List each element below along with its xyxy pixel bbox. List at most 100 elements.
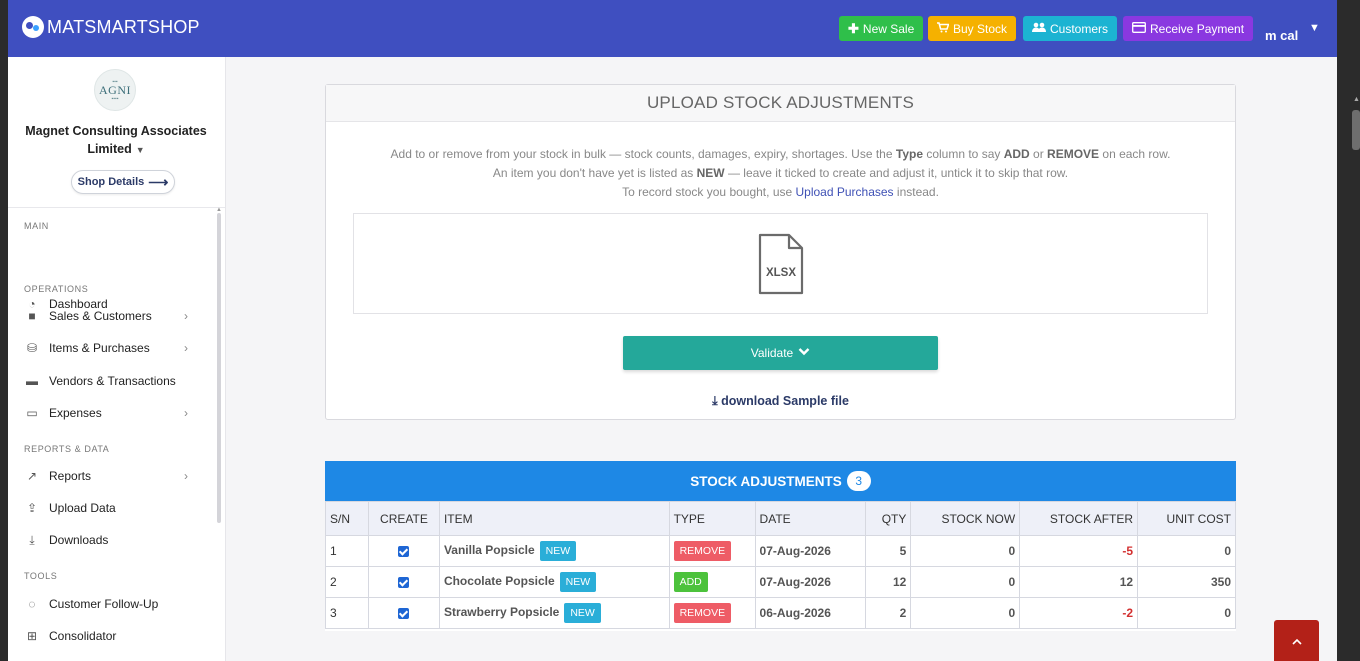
top-bar: MATSMARTSHOP ✚ New Sale Buy Stock Custom… [8, 0, 1337, 57]
user-menu[interactable]: m cal [1265, 28, 1298, 43]
col-create: CREATE [367, 501, 440, 536]
receive-payment-button[interactable]: Receive Payment [1123, 16, 1254, 41]
shop-logo: ▪▪▪ AGNI ▪▪▪▪ [94, 69, 136, 111]
scroll-to-top-button[interactable] [1274, 620, 1319, 661]
chevron-right-icon: › [184, 406, 188, 420]
sidebar-scrollbar[interactable] [217, 213, 221, 523]
new-sale-label: New Sale [862, 21, 915, 36]
unit-cost-cell: 350 [1137, 566, 1236, 598]
stock-after-cell: 12 [1019, 566, 1139, 598]
stock-adjustments-table: S/N CREATE ITEM TYPE DATE QTY STOCK NOW … [325, 501, 1236, 629]
caret-down-icon[interactable]: ▼ [1309, 22, 1320, 34]
download-sample-link[interactable]: ⤓ download Sample file [326, 394, 1235, 409]
table-row: 3 Strawberry Popsicle NEW REMOVE 06-Aug-2… [325, 597, 1236, 629]
upload-panel: UPLOAD STOCK ADJUSTMENTS Add to or remov… [325, 84, 1236, 420]
sidebar-item-reports[interactable]: ↗ Reports › [24, 464, 204, 488]
chevron-right-icon: › [184, 341, 188, 355]
window-scrollbar[interactable] [1352, 110, 1360, 150]
nav-heading-main: MAIN [24, 221, 49, 231]
col-type: TYPE [668, 501, 756, 536]
scroll-up-icon[interactable]: ▲ [1353, 96, 1360, 103]
receive-payment-label: Receive Payment [1150, 21, 1245, 36]
count-badge: 3 [846, 471, 871, 491]
stock-now-cell: 0 [910, 566, 1021, 598]
col-stock-now: STOCK NOW [910, 501, 1021, 536]
stock-adjustments-card: STOCK ADJUSTMENTS 3 S/N CREATE ITEM TYPE… [325, 461, 1236, 631]
buy-stock-label: Buy Stock [953, 21, 1008, 36]
unit-cost-cell: 0 [1137, 597, 1236, 629]
item-name: Strawberry Popsicle [443, 605, 560, 620]
qty-cell: 12 [865, 566, 912, 598]
stock-after-cell: -2 [1019, 597, 1139, 629]
stock-adjustments-header: STOCK ADJUSTMENTS 3 [325, 461, 1236, 501]
col-date: DATE [754, 501, 867, 536]
logo-icon [22, 16, 44, 38]
qty-cell: 2 [865, 597, 912, 629]
item-name: Vanilla Popsicle [443, 543, 535, 558]
upload-instructions: Add to or remove from your stock in bulk… [390, 147, 1171, 199]
file-type-label: XLSX [766, 267, 796, 279]
sidebar-item-upload-data[interactable]: ⇪ Upload Data [24, 496, 204, 520]
stock-after-cell: -5 [1019, 535, 1139, 567]
type-badge: REMOVE [673, 541, 732, 561]
new-badge: NEW [559, 572, 597, 592]
upload-purchases-link[interactable]: Upload Purchases [796, 185, 894, 199]
new-sale-button[interactable]: ✚ New Sale [839, 16, 924, 41]
upload-icon: ⇪ [26, 501, 38, 515]
table-row: 1 Vanilla Popsicle NEW REMOVE 07-Aug-2026… [325, 535, 1236, 567]
sidebar-item-consolidator[interactable]: ⊞ Consolidator [24, 624, 204, 648]
date-cell: 07-Aug-2026 [754, 535, 867, 567]
col-sn: S/N [325, 501, 369, 536]
chevron-down-icon [798, 347, 810, 359]
customers-button[interactable]: Customers [1023, 16, 1118, 41]
col-qty: QTY [865, 501, 912, 536]
cubes-icon: ⛁ [26, 341, 38, 355]
date-cell: 07-Aug-2026 [754, 566, 867, 598]
file-dropzone[interactable]: XLSX [353, 213, 1208, 314]
users-icon [1032, 21, 1046, 36]
sidebar-item-vendors-transactions[interactable]: ▬ Vendors & Transactions [24, 369, 204, 393]
sitemap-icon: ⊞ [26, 629, 38, 643]
sidebar-item-expenses[interactable]: ▭ Expenses › [24, 401, 204, 425]
nav-heading-tools: TOOLS [24, 571, 58, 581]
xlsx-file-icon: XLSX [758, 233, 804, 295]
chevron-up-icon [1291, 633, 1302, 648]
app-window: MATSMARTSHOP ✚ New Sale Buy Stock Custom… [8, 0, 1337, 661]
shop-name[interactable]: Magnet Consulting Associates Limited ▼ [8, 122, 224, 159]
col-unit-cost: UNIT COST [1137, 501, 1236, 536]
chevron-right-icon: › [184, 309, 188, 323]
type-badge: REMOVE [673, 603, 732, 623]
caret-down-icon: ▼ [135, 145, 145, 155]
plus-icon: ✚ [848, 20, 859, 36]
stock-now-cell: 0 [910, 535, 1021, 567]
create-checkbox[interactable] [398, 577, 410, 589]
shopping-bag-icon: ■ [28, 309, 36, 323]
brand-logo[interactable]: MATSMARTSHOP [22, 16, 200, 38]
nav-heading-reports-data: REPORTS & DATA [24, 444, 110, 454]
buy-stock-button[interactable]: Buy Stock [928, 16, 1017, 41]
download-icon: ⤓ [29, 532, 35, 547]
chat-icon: ◌ [28, 597, 36, 611]
shop-details-button[interactable]: Shop Details ⟶ [71, 170, 175, 194]
stock-adjustments-title: STOCK ADJUSTMENTS [690, 473, 842, 489]
credit-card-icon: ▭ [26, 406, 38, 420]
validate-button[interactable]: Validate [623, 336, 938, 370]
line-chart-icon: ↗ [26, 469, 38, 483]
table-row: 2 Chocolate Popsicle NEW ADD 07-Aug-2026 … [325, 566, 1236, 598]
new-badge: NEW [564, 603, 601, 623]
truck-icon: ▬ [26, 374, 38, 388]
create-checkbox[interactable] [398, 546, 410, 558]
shop-logo-text: AGNI [99, 82, 131, 97]
card-icon [1132, 21, 1146, 36]
download-icon: ⤓ [712, 394, 718, 408]
new-badge: NEW [539, 541, 577, 561]
col-item: ITEM [438, 501, 670, 536]
arrow-right-icon: ⟶ [148, 173, 169, 190]
col-stock-after: STOCK AFTER [1019, 501, 1139, 536]
sidebar-item-sales-customers[interactable]: ■ Sales & Customers › [24, 304, 204, 328]
create-checkbox[interactable] [398, 608, 410, 620]
sidebar-item-customer-follow-up[interactable]: ◌ Customer Follow-Up [24, 592, 204, 616]
chevron-right-icon: › [184, 469, 188, 483]
sidebar-item-downloads[interactable]: ⤓ Downloads [24, 528, 204, 552]
sidebar-item-items-purchases[interactable]: ⛁ Items & Purchases › [24, 336, 204, 360]
